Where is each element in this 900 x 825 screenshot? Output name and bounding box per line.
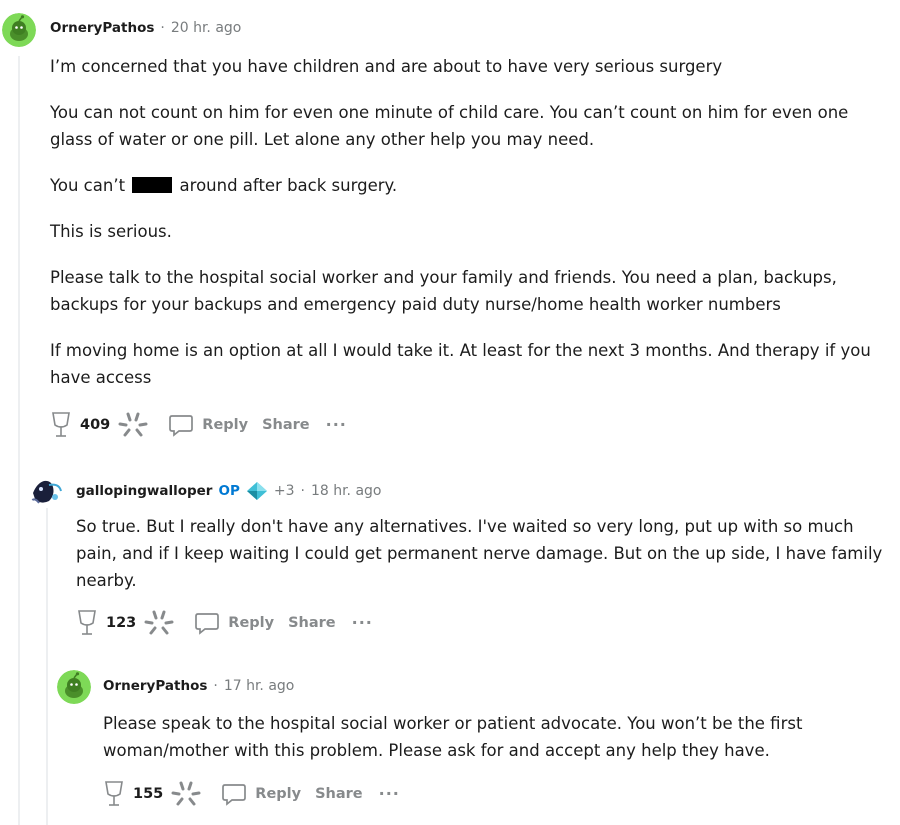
reply-button[interactable]: Reply [194,610,274,636]
comment-paragraph: This is serious. [50,222,172,241]
comment-paragraph: I’m concerned that you have children and… [50,57,723,76]
comment-meta: OrneryPathos · 20 hr. ago [50,20,241,36]
author-name[interactable]: OrneryPathos [103,678,207,694]
vote-score: 409 [80,417,111,433]
award-count: +3 [273,483,295,499]
comment-bubble-icon [169,415,194,437]
comment-meta: gallopingwalloper OP +3 · 18 hr. ago [76,481,381,501]
redacted-line-before: You can’t [50,176,126,195]
thread-line[interactable] [46,508,48,825]
upvote-icon[interactable] [50,411,72,439]
vote-score: 155 [133,786,164,802]
timestamp[interactable]: 17 hr. ago [224,678,295,694]
comment-paragraph: You can’t around after back surgery. [50,172,890,199]
reply-label: Reply [228,615,275,631]
timestamp[interactable]: 20 hr. ago [171,20,242,36]
share-button[interactable]: Share [315,786,363,802]
comment-bubble-icon [195,613,220,635]
op-badge: OP [218,483,240,499]
reply-label: Reply [202,417,249,433]
vote-score: 123 [106,615,137,631]
comment-paragraph: Please speak to the hospital social work… [103,714,803,760]
comment-paragraph: If moving home is an option at all I wou… [50,341,871,387]
reply-button[interactable]: Reply [221,781,301,807]
comment-meta: OrneryPathos · 17 hr. ago [103,678,294,694]
separator: · [300,483,305,499]
comment-paragraph: Please talk to the hospital social worke… [50,268,837,314]
author-name[interactable]: gallopingwalloper [76,483,212,499]
comment-paragraph: You can not count on him for even one mi… [50,103,849,149]
downvote-icon[interactable] [169,779,203,809]
comment-actions: 409 Reply Share ··· [50,410,347,440]
avatar[interactable] [29,473,63,507]
timestamp[interactable]: 18 hr. ago [311,483,382,499]
avatar[interactable] [57,670,91,704]
comment-actions: 123 Reply Share ··· [76,608,373,638]
comment-body: Please speak to the hospital social work… [103,710,883,783]
snoo-avatar-icon [2,13,36,47]
user-avatar-icon [29,473,63,507]
redaction-bar [132,177,173,193]
comment-paragraph: So true. But I really don't have any alt… [76,517,883,590]
separator: · [160,20,165,36]
share-button[interactable]: Share [288,615,336,631]
more-options-button[interactable]: ··· [352,615,373,631]
thread-line[interactable] [18,56,20,825]
award-diamond-icon[interactable] [246,481,268,501]
comment-body: I’m concerned that you have children and… [50,53,890,410]
comment-actions: 155 Reply Share ··· [103,779,400,809]
downvote-icon[interactable] [142,608,176,638]
author-name[interactable]: OrneryPathos [50,20,154,36]
share-button[interactable]: Share [262,417,310,433]
more-options-button[interactable]: ··· [379,786,400,802]
redacted-line-after: around after back surgery. [179,176,398,195]
avatar[interactable] [2,13,36,47]
separator: · [213,678,218,694]
downvote-icon[interactable] [116,410,150,440]
upvote-icon[interactable] [103,780,125,808]
snoo-avatar-icon [57,670,91,704]
reply-label: Reply [255,786,302,802]
reply-button[interactable]: Reply [168,412,248,438]
comment-bubble-icon [222,784,247,806]
more-options-button[interactable]: ··· [326,417,347,433]
comment-body: So true. But I really don't have any alt… [76,513,886,613]
upvote-icon[interactable] [76,609,98,637]
